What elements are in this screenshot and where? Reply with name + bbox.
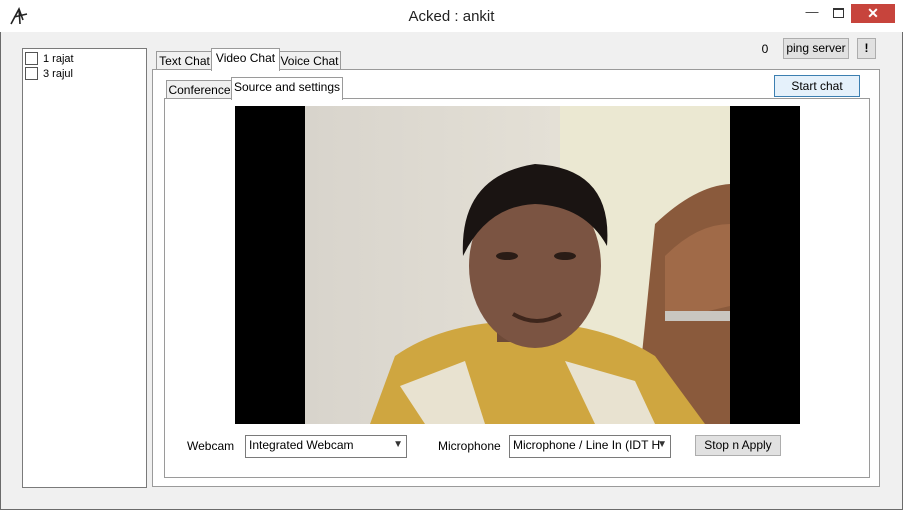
tab-conference[interactable]: Conference	[166, 80, 233, 100]
user-label: 1 rajat	[43, 53, 74, 65]
webcam-select[interactable]: Integrated Webcam ▼	[245, 435, 407, 458]
stop-apply-button[interactable]: Stop n Apply	[695, 435, 781, 456]
webcam-label: Webcam	[187, 439, 235, 453]
alert-button[interactable]: !	[857, 38, 876, 59]
microphone-select-value: Microphone / Line In (IDT H	[513, 438, 661, 452]
webcam-select-value: Integrated Webcam	[249, 438, 354, 452]
user-label: 3 rajul	[43, 68, 73, 80]
tab-voice-chat[interactable]: Voice Chat	[278, 51, 341, 71]
minimize-button[interactable]: —	[800, 5, 824, 23]
close-button[interactable]: ✕	[851, 4, 895, 23]
chevron-down-icon: ▼	[657, 439, 667, 450]
ping-server-button[interactable]: ping server	[783, 38, 849, 59]
tab-text-chat[interactable]: Text Chat	[156, 51, 213, 71]
user-checkbox[interactable]	[25, 66, 38, 80]
user-list[interactable]: 1 rajat 3 rajul	[22, 48, 147, 488]
tab-source-settings[interactable]: Source and settings	[231, 77, 343, 100]
webcam-preview	[235, 106, 800, 424]
microphone-label: Microphone	[438, 439, 501, 453]
chevron-down-icon: ▼	[393, 439, 403, 450]
list-item[interactable]: 3 rajul	[25, 66, 73, 82]
maximize-button[interactable]	[826, 4, 850, 22]
window-title: Acked : ankit	[408, 8, 495, 25]
user-checkbox[interactable]	[25, 51, 38, 65]
microphone-select[interactable]: Microphone / Line In (IDT H ▼	[509, 435, 671, 458]
list-item[interactable]: 1 rajat	[25, 51, 74, 67]
start-chat-button[interactable]: Start chat	[774, 75, 860, 97]
tab-video-chat[interactable]: Video Chat	[211, 48, 280, 71]
ping-count: 0	[761, 42, 769, 56]
